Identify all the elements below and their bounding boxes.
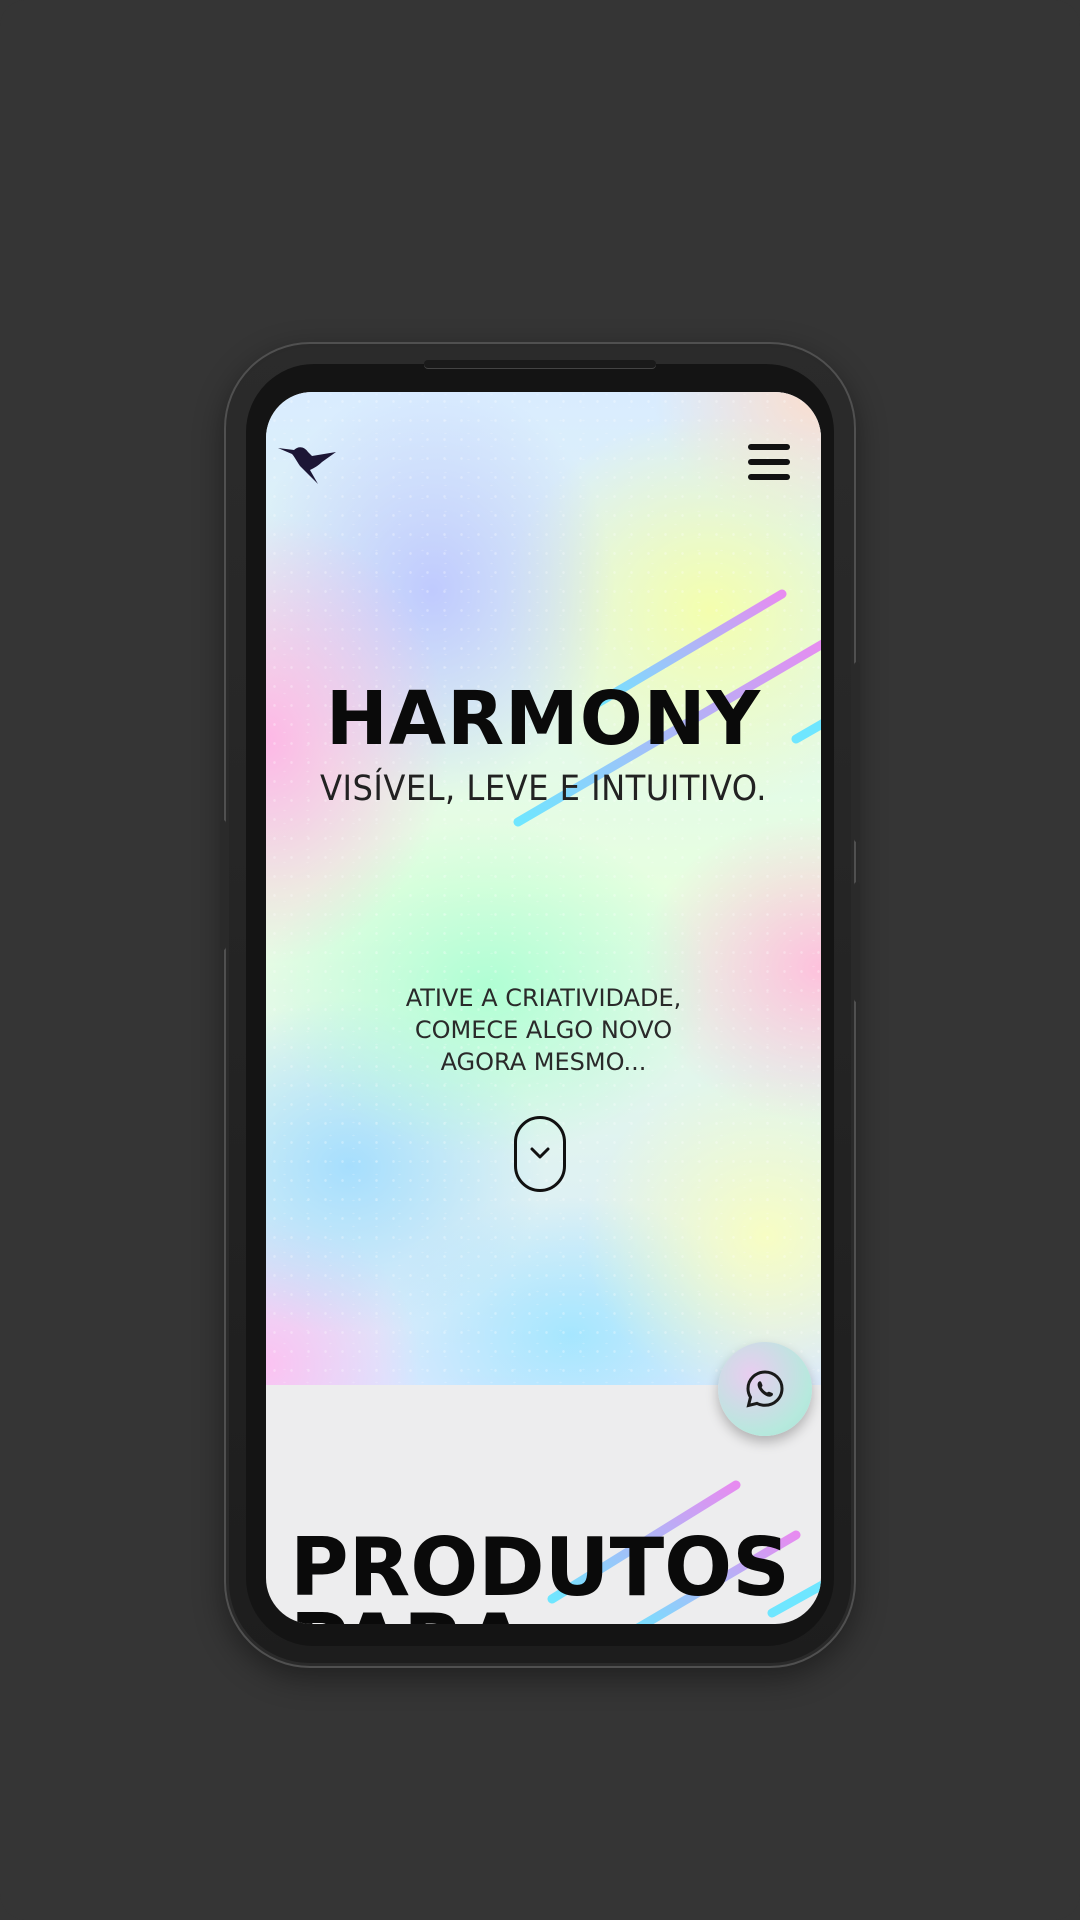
whatsapp-chat-button[interactable] bbox=[718, 1342, 812, 1436]
tagline-line: COMECE ALGO NOVO bbox=[414, 1016, 673, 1044]
hummingbird-icon[interactable] bbox=[278, 440, 340, 486]
phone-screen: HARMONY VISÍVEL, LEVE E INTUITIVO. ATIVE… bbox=[266, 392, 821, 1624]
tagline-line: ATIVE A CRIATIVIDADE, bbox=[405, 984, 682, 1012]
whatsapp-icon bbox=[746, 1370, 784, 1408]
scroll-down-button[interactable] bbox=[514, 1116, 566, 1192]
hamburger-menu-icon[interactable] bbox=[746, 442, 792, 482]
tagline-line: AGORA MESMO... bbox=[440, 1048, 647, 1076]
hero-tagline: ATIVE A CRIATIVIDADE, COMECE ALGO NOVO A… bbox=[266, 982, 821, 1078]
hero-subtitle: VISÍVEL, LEVE E INTUITIVO. bbox=[320, 769, 767, 809]
menu-bar bbox=[748, 459, 790, 465]
products-title-line: PRODUTOS bbox=[290, 1521, 790, 1614]
phone-side-button bbox=[854, 662, 860, 842]
menu-bar bbox=[748, 474, 790, 480]
hero-title: HARMONY bbox=[325, 676, 762, 762]
chevron-down-icon bbox=[530, 1147, 550, 1159]
phone-speaker bbox=[424, 360, 656, 368]
phone-side-button bbox=[220, 820, 226, 950]
hero-texture bbox=[266, 392, 821, 1385]
hero-section: HARMONY VISÍVEL, LEVE E INTUITIVO. ATIVE… bbox=[266, 392, 821, 1385]
phone-side-button bbox=[854, 882, 860, 1002]
menu-bar bbox=[748, 444, 790, 450]
products-title: PRODUTOS PARA bbox=[290, 1521, 790, 1625]
